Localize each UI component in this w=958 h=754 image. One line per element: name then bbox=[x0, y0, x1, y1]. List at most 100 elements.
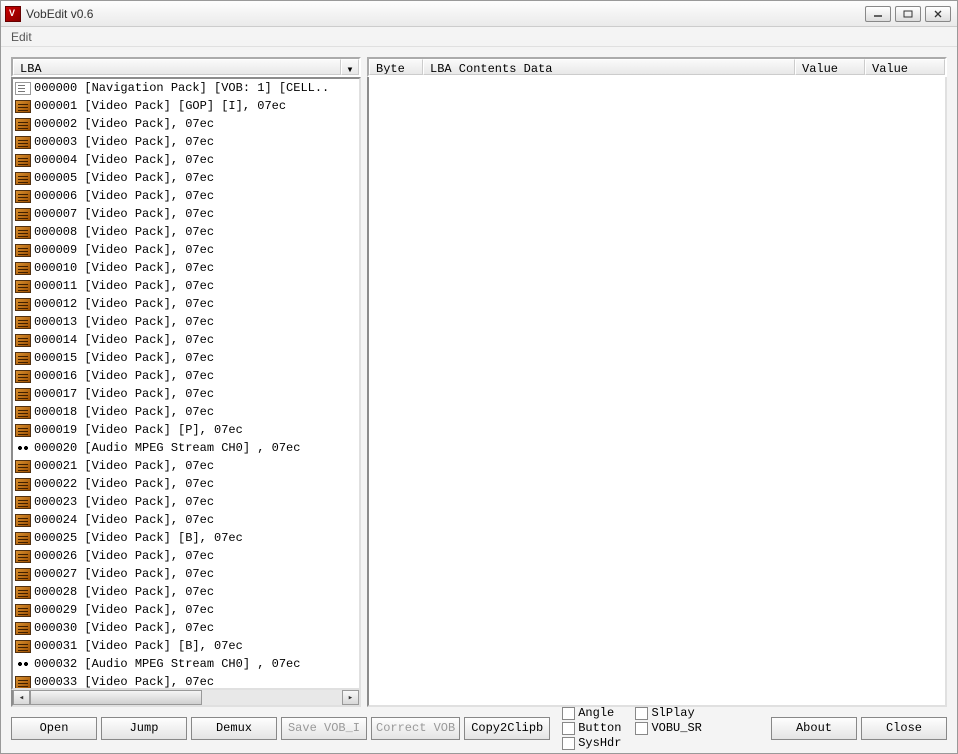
video-pack-icon bbox=[15, 622, 31, 635]
video-pack-icon bbox=[15, 388, 31, 401]
title-bar[interactable]: VobEdit v0.6 bbox=[1, 1, 957, 27]
checkbox-syshdr[interactable]: SysHdr bbox=[562, 736, 621, 750]
list-item[interactable]: 000008 [Video Pack], 07ec bbox=[13, 223, 361, 241]
checkbox-icon[interactable] bbox=[635, 722, 648, 735]
list-item[interactable]: 000024 [Video Pack], 07ec bbox=[13, 511, 361, 529]
list-item[interactable]: 000016 [Video Pack], 07ec bbox=[13, 367, 361, 385]
checkbox-icon[interactable] bbox=[562, 722, 575, 735]
video-pack-icon bbox=[15, 460, 31, 473]
bottom-bar: Open Jump Demux Save VOB_I Correct VOB C… bbox=[1, 707, 957, 753]
list-item-label: 000024 [Video Pack], 07ec bbox=[34, 513, 214, 527]
list-item-label: 000002 [Video Pack], 07ec bbox=[34, 117, 214, 131]
list-item[interactable]: 000018 [Video Pack], 07ec bbox=[13, 403, 361, 421]
list-item-label: 000020 [Audio MPEG Stream CH0] , 07ec bbox=[34, 441, 300, 455]
menu-edit[interactable]: Edit bbox=[7, 29, 36, 45]
open-button[interactable]: Open bbox=[11, 717, 97, 740]
list-item[interactable]: 000009 [Video Pack], 07ec bbox=[13, 241, 361, 259]
demux-button[interactable]: Demux bbox=[191, 717, 277, 740]
list-item[interactable]: 000025 [Video Pack] [B], 07ec bbox=[13, 529, 361, 547]
list-item[interactable]: 000014 [Video Pack], 07ec bbox=[13, 331, 361, 349]
list-item[interactable]: 000019 [Video Pack] [P], 07ec bbox=[13, 421, 361, 439]
column-value-1[interactable]: Value bbox=[795, 59, 865, 75]
scroll-thumb[interactable] bbox=[30, 690, 202, 705]
checkbox-icon[interactable] bbox=[562, 737, 575, 750]
list-item-label: 000023 [Video Pack], 07ec bbox=[34, 495, 214, 509]
header-dropdown-icon[interactable]: ▾ bbox=[341, 59, 359, 75]
list-item-label: 000028 [Video Pack], 07ec bbox=[34, 585, 214, 599]
list-item[interactable]: 000032 [Audio MPEG Stream CH0] , 07ec bbox=[13, 655, 361, 673]
save-vob-i-button[interactable]: Save VOB_I bbox=[281, 717, 367, 740]
client-area: LBA ▾ 000000 [Navigation Pack] [VOB: 1] … bbox=[1, 47, 957, 707]
list-item[interactable]: 000000 [Navigation Pack] [VOB: 1] [CELL.… bbox=[13, 79, 361, 97]
list-item[interactable]: 000033 [Video Pack], 07ec bbox=[13, 673, 361, 690]
list-item[interactable]: 000021 [Video Pack], 07ec bbox=[13, 457, 361, 475]
list-item[interactable]: 000029 [Video Pack], 07ec bbox=[13, 601, 361, 619]
video-pack-icon bbox=[15, 532, 31, 545]
video-pack-icon bbox=[15, 244, 31, 257]
list-item[interactable]: 000031 [Video Pack] [B], 07ec bbox=[13, 637, 361, 655]
list-item-label: 000019 [Video Pack] [P], 07ec bbox=[34, 423, 243, 437]
checkbox-vobu-sr[interactable]: VOBU_SR bbox=[635, 721, 701, 735]
list-item[interactable]: 000005 [Video Pack], 07ec bbox=[13, 169, 361, 187]
list-item[interactable]: 000017 [Video Pack], 07ec bbox=[13, 385, 361, 403]
list-item[interactable]: 000027 [Video Pack], 07ec bbox=[13, 565, 361, 583]
contents-list[interactable] bbox=[367, 77, 947, 707]
checkbox-button[interactable]: Button bbox=[562, 721, 621, 735]
app-window: VobEdit v0.6 Edit LBA ▾ 000000 [Navigati… bbox=[0, 0, 958, 754]
checkbox-icon[interactable] bbox=[562, 707, 575, 720]
column-contents[interactable]: LBA Contents Data bbox=[423, 59, 795, 75]
scroll-right-button[interactable]: ▸ bbox=[342, 690, 359, 705]
list-item-label: 000003 [Video Pack], 07ec bbox=[34, 135, 214, 149]
maximize-button[interactable] bbox=[895, 6, 921, 22]
window-title: VobEdit v0.6 bbox=[26, 7, 865, 21]
column-value-2[interactable]: Value bbox=[865, 59, 945, 75]
list-item[interactable]: 000004 [Video Pack], 07ec bbox=[13, 151, 361, 169]
list-item[interactable]: 000020 [Audio MPEG Stream CH0] , 07ec bbox=[13, 439, 361, 457]
checkbox-icon[interactable] bbox=[635, 707, 648, 720]
menu-bar: Edit bbox=[1, 27, 957, 47]
video-pack-icon bbox=[15, 352, 31, 365]
scroll-left-button[interactable]: ◂ bbox=[13, 690, 30, 705]
list-item[interactable]: 000001 [Video Pack] [GOP] [I], 07ec bbox=[13, 97, 361, 115]
minimize-button[interactable] bbox=[865, 6, 891, 22]
list-item[interactable]: 000003 [Video Pack], 07ec bbox=[13, 133, 361, 151]
list-item[interactable]: 000011 [Video Pack], 07ec bbox=[13, 277, 361, 295]
about-button[interactable]: About bbox=[771, 717, 857, 740]
list-item-label: 000030 [Video Pack], 07ec bbox=[34, 621, 214, 635]
jump-button[interactable]: Jump bbox=[101, 717, 187, 740]
list-item-label: 000006 [Video Pack], 07ec bbox=[34, 189, 214, 203]
close-button[interactable]: Close bbox=[861, 717, 947, 740]
list-item[interactable]: 000028 [Video Pack], 07ec bbox=[13, 583, 361, 601]
list-item[interactable]: 000015 [Video Pack], 07ec bbox=[13, 349, 361, 367]
list-item-label: 000012 [Video Pack], 07ec bbox=[34, 297, 214, 311]
scroll-track[interactable] bbox=[30, 690, 342, 705]
copy2clipb-button[interactable]: Copy2Clipb bbox=[464, 717, 550, 740]
horizontal-scrollbar[interactable]: ◂ ▸ bbox=[11, 690, 361, 707]
list-item-label: 000014 [Video Pack], 07ec bbox=[34, 333, 214, 347]
list-item[interactable]: 000007 [Video Pack], 07ec bbox=[13, 205, 361, 223]
list-item[interactable]: 000026 [Video Pack], 07ec bbox=[13, 547, 361, 565]
list-item-label: 000015 [Video Pack], 07ec bbox=[34, 351, 214, 365]
list-item[interactable]: 000023 [Video Pack], 07ec bbox=[13, 493, 361, 511]
video-pack-icon bbox=[15, 190, 31, 203]
list-item[interactable]: 000022 [Video Pack], 07ec bbox=[13, 475, 361, 493]
checkbox-slplay[interactable]: SlPlay bbox=[635, 706, 701, 720]
list-item[interactable]: 000002 [Video Pack], 07ec bbox=[13, 115, 361, 133]
checkbox-angle[interactable]: Angle bbox=[562, 706, 621, 720]
video-pack-icon bbox=[15, 226, 31, 239]
list-item[interactable]: 000030 [Video Pack], 07ec bbox=[13, 619, 361, 637]
video-pack-icon bbox=[15, 550, 31, 563]
list-item[interactable]: 000006 [Video Pack], 07ec bbox=[13, 187, 361, 205]
list-item[interactable]: 000010 [Video Pack], 07ec bbox=[13, 259, 361, 277]
list-item[interactable]: 000013 [Video Pack], 07ec bbox=[13, 313, 361, 331]
lba-list[interactable]: 000000 [Navigation Pack] [VOB: 1] [CELL.… bbox=[11, 77, 361, 690]
right-panel: Byte LBA Contents Data Value Value bbox=[367, 57, 947, 707]
close-window-button[interactable] bbox=[925, 6, 951, 22]
list-item-label: 000004 [Video Pack], 07ec bbox=[34, 153, 214, 167]
video-pack-icon bbox=[15, 280, 31, 293]
list-item[interactable]: 000012 [Video Pack], 07ec bbox=[13, 295, 361, 313]
column-lba[interactable]: LBA bbox=[13, 59, 341, 75]
column-byte[interactable]: Byte bbox=[369, 59, 423, 75]
correct-vob-button[interactable]: Correct VOB bbox=[371, 717, 460, 740]
list-item-label: 000027 [Video Pack], 07ec bbox=[34, 567, 214, 581]
